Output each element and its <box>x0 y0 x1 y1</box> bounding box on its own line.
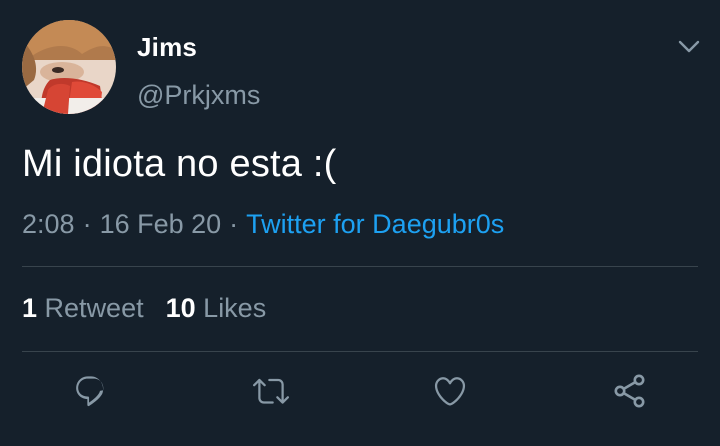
author-handle[interactable]: @Prkjxms <box>137 80 260 111</box>
share-icon <box>614 374 645 408</box>
meta-separator: · <box>229 209 239 239</box>
retweets-label: Retweet <box>44 293 144 323</box>
author-display-name[interactable]: Jims <box>137 32 197 63</box>
meta-separator: · <box>82 209 92 239</box>
tweet-date: 16 Feb 20 <box>99 209 222 239</box>
tweet-metadata: 2:08 · 16 Feb 20 · Twitter for Daegubr0s <box>22 209 504 240</box>
avatar[interactable] <box>22 20 116 114</box>
like-button[interactable] <box>427 368 473 414</box>
retweets-stat[interactable]: 1 Retweet <box>22 293 144 323</box>
likes-count: 10 <box>165 293 196 323</box>
reply-icon <box>76 376 104 407</box>
likes-stat[interactable]: 10 Likes <box>166 293 267 323</box>
share-button[interactable] <box>607 368 653 414</box>
divider <box>22 351 698 352</box>
retweet-icon <box>253 378 289 404</box>
tweet-time: 2:08 <box>22 209 75 239</box>
divider <box>22 266 698 267</box>
retweet-button[interactable] <box>248 368 294 414</box>
profile-photo-icon <box>22 20 116 114</box>
retweets-count: 1 <box>22 293 38 323</box>
more-options-button[interactable] <box>672 32 706 62</box>
likes-label: Likes <box>203 293 267 323</box>
tweet-text: Mi idiota no esta :( <box>22 143 337 185</box>
tweet-source-link[interactable]: Twitter for Daegubr0s <box>246 209 504 239</box>
tweet-detail: Jims @Prkjxms Mi idiota no esta :( 2:08 ·… <box>0 0 720 446</box>
reply-button[interactable] <box>68 368 114 414</box>
chevron-down-icon <box>678 40 700 53</box>
engagement-stats: 1 Retweet 10 Likes <box>22 293 266 324</box>
heart-icon <box>434 377 466 406</box>
